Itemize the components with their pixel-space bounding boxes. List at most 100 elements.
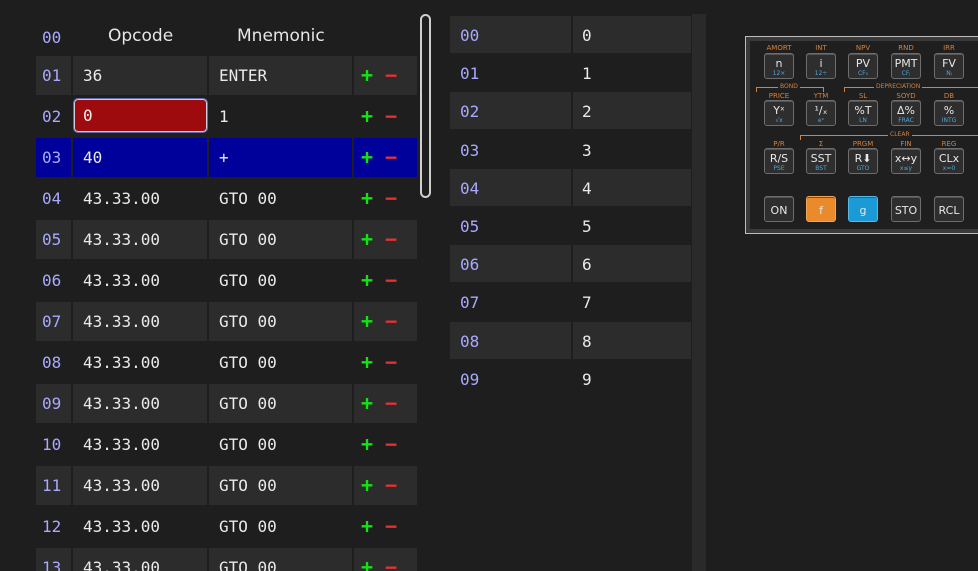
opcode-cell[interactable]: 43.33.00 — [73, 261, 207, 300]
insert-step-button[interactable]: + — [361, 145, 373, 169]
register-row[interactable]: 02 2 — [450, 92, 691, 130]
delete-step-button[interactable]: − — [385, 145, 397, 169]
register-value-cell[interactable]: 7 — [573, 283, 691, 320]
insert-step-button[interactable]: + — [361, 227, 373, 251]
program-row[interactable]: 08 43.33.00 GTO 00 + − — [36, 343, 417, 382]
calculator-key[interactable]: ¹/ₓ eˣ — [806, 100, 836, 126]
insert-step-button[interactable]: + — [361, 104, 373, 128]
register-row[interactable]: 03 3 — [450, 131, 691, 169]
register-row[interactable]: 07 7 — [450, 283, 691, 321]
program-row[interactable]: 02 1 + − 0 — [36, 97, 417, 136]
register-number: 05 — [460, 217, 480, 236]
calculator-key[interactable]: CLx x=0 — [934, 148, 964, 174]
register-value-cell[interactable]: 6 — [573, 245, 691, 283]
calculator-key[interactable]: n 12× — [764, 53, 794, 79]
insert-step-button[interactable]: + — [361, 350, 373, 374]
f-function-label: DB — [943, 92, 955, 100]
program-row[interactable]: 04 43.33.00 GTO 00 + − — [36, 179, 417, 218]
register-row[interactable]: 06 6 — [450, 245, 691, 283]
opcode-cell[interactable]: 43.33.00 — [73, 548, 207, 571]
program-row[interactable]: 09 43.33.00 GTO 00 + − — [36, 384, 417, 423]
register-row[interactable]: 04 4 — [450, 168, 691, 207]
opcode-cell[interactable]: 43.33.00 — [73, 302, 207, 341]
insert-step-button[interactable]: + — [361, 268, 373, 292]
register-row[interactable]: 00 0 — [450, 16, 691, 54]
register-row[interactable]: 01 1 — [450, 54, 691, 92]
delete-step-button[interactable]: − — [385, 391, 397, 415]
program-row[interactable]: 12 43.33.00 GTO 00 + − — [36, 507, 417, 546]
opcode-cell[interactable]: 43.33.00 — [73, 507, 207, 546]
opcode-cell[interactable]: 36 — [73, 56, 207, 95]
calculator-key[interactable]: R/S PSE — [764, 148, 794, 174]
register-value-cell[interactable]: 3 — [573, 131, 691, 168]
insert-step-button[interactable]: + — [361, 186, 373, 210]
delete-step-button[interactable]: − — [385, 473, 397, 497]
insert-step-button[interactable]: + — [361, 391, 373, 415]
register-value-cell[interactable]: 2 — [573, 92, 691, 130]
register-value-cell[interactable]: 1 — [573, 54, 691, 91]
calculator-key[interactable]: i 12÷ — [806, 53, 836, 79]
insert-step-button[interactable]: + — [361, 473, 373, 497]
g-shift-key[interactable]: g — [848, 196, 878, 222]
calculator-key[interactable]: Δ% FRAC — [891, 100, 921, 126]
program-row[interactable]: 10 43.33.00 GTO 00 + − — [36, 425, 417, 464]
calculator-keypad: BOND DEPRECIATION CLEAR AMORT n 12× INT i 12÷… — [745, 36, 978, 234]
program-row[interactable]: 01 36 ENTER + − — [36, 56, 417, 95]
store-key[interactable]: STO — [891, 196, 921, 222]
opcode-cell[interactable]: 43.33.00 — [73, 179, 207, 218]
opcode-cell[interactable]: 43.33.00 — [73, 220, 207, 259]
insert-step-button[interactable]: + — [361, 309, 373, 333]
register-row[interactable]: 05 5 — [450, 207, 691, 245]
calculator-key[interactable]: PV CF₀ — [848, 53, 878, 79]
program-scrollbar-thumb[interactable] — [420, 14, 431, 198]
program-row[interactable]: 05 43.33.00 GTO 00 + − — [36, 220, 417, 259]
delete-step-button[interactable]: − — [385, 432, 397, 456]
program-row[interactable]: 03 40 + + − — [36, 138, 417, 177]
register-value: 8 — [582, 331, 592, 351]
on-key[interactable]: ON — [764, 196, 794, 222]
delete-step-button[interactable]: − — [385, 514, 397, 538]
delete-step-button[interactable]: − — [385, 63, 397, 87]
calculator-key[interactable]: Yˣ √x — [764, 100, 794, 126]
register-value-cell[interactable]: 9 — [573, 360, 691, 397]
insert-step-button[interactable]: + — [361, 555, 373, 571]
register-value-cell[interactable]: 0 — [573, 16, 691, 53]
mnemonic-cell: GTO 00 — [209, 384, 352, 423]
calculator-key[interactable]: % INTG — [934, 100, 964, 126]
f-shift-key[interactable]: f — [806, 196, 836, 222]
opcode-cell[interactable]: 40 — [73, 138, 207, 177]
program-row[interactable]: 11 43.33.00 GTO 00 + − — [36, 466, 417, 505]
register-value-cell[interactable]: 5 — [573, 207, 691, 244]
delete-step-button[interactable]: − — [385, 555, 397, 571]
opcode-edit-input[interactable]: 0 — [73, 98, 208, 133]
program-row[interactable]: 13 43.33.00 GTO 00 + − — [36, 548, 417, 571]
program-row[interactable]: 06 43.33.00 GTO 00 + − — [36, 261, 417, 300]
delete-step-button[interactable]: − — [385, 227, 397, 251]
delete-step-button[interactable]: − — [385, 104, 397, 128]
calculator-key[interactable]: R⬇ GTO — [848, 148, 878, 174]
recall-key[interactable]: RCL — [934, 196, 964, 222]
registers-scrollbar[interactable] — [692, 14, 706, 571]
calculator-key[interactable]: %T LN — [848, 100, 878, 126]
register-value-cell[interactable]: 4 — [573, 168, 691, 206]
insert-step-button[interactable]: + — [361, 514, 373, 538]
insert-step-button[interactable]: + — [361, 432, 373, 456]
delete-step-button[interactable]: − — [385, 309, 397, 333]
opcode-cell[interactable]: 43.33.00 — [73, 425, 207, 464]
calculator-key[interactable]: FV Nⱼ — [934, 53, 964, 79]
program-row[interactable]: 07 43.33.00 GTO 00 + − — [36, 302, 417, 341]
insert-step-button[interactable]: + — [361, 63, 373, 87]
calculator-key[interactable]: PMT CFⱼ — [891, 53, 921, 79]
delete-step-button[interactable]: − — [385, 186, 397, 210]
opcode-cell[interactable]: 43.33.00 — [73, 384, 207, 423]
delete-step-button[interactable]: − — [385, 350, 397, 374]
opcode-cell[interactable]: 43.33.00 — [73, 343, 207, 382]
calculator-key[interactable]: SST BST — [806, 148, 836, 174]
calculator-key[interactable]: x↔y x≤y — [891, 148, 921, 174]
register-value-cell[interactable]: 8 — [573, 321, 691, 359]
opcode-cell[interactable]: 43.33.00 — [73, 466, 207, 505]
register-row[interactable]: 09 9 — [450, 360, 691, 398]
header-mnemonic: Mnemonic — [237, 26, 325, 46]
register-row[interactable]: 08 8 — [450, 321, 691, 360]
delete-step-button[interactable]: − — [385, 268, 397, 292]
